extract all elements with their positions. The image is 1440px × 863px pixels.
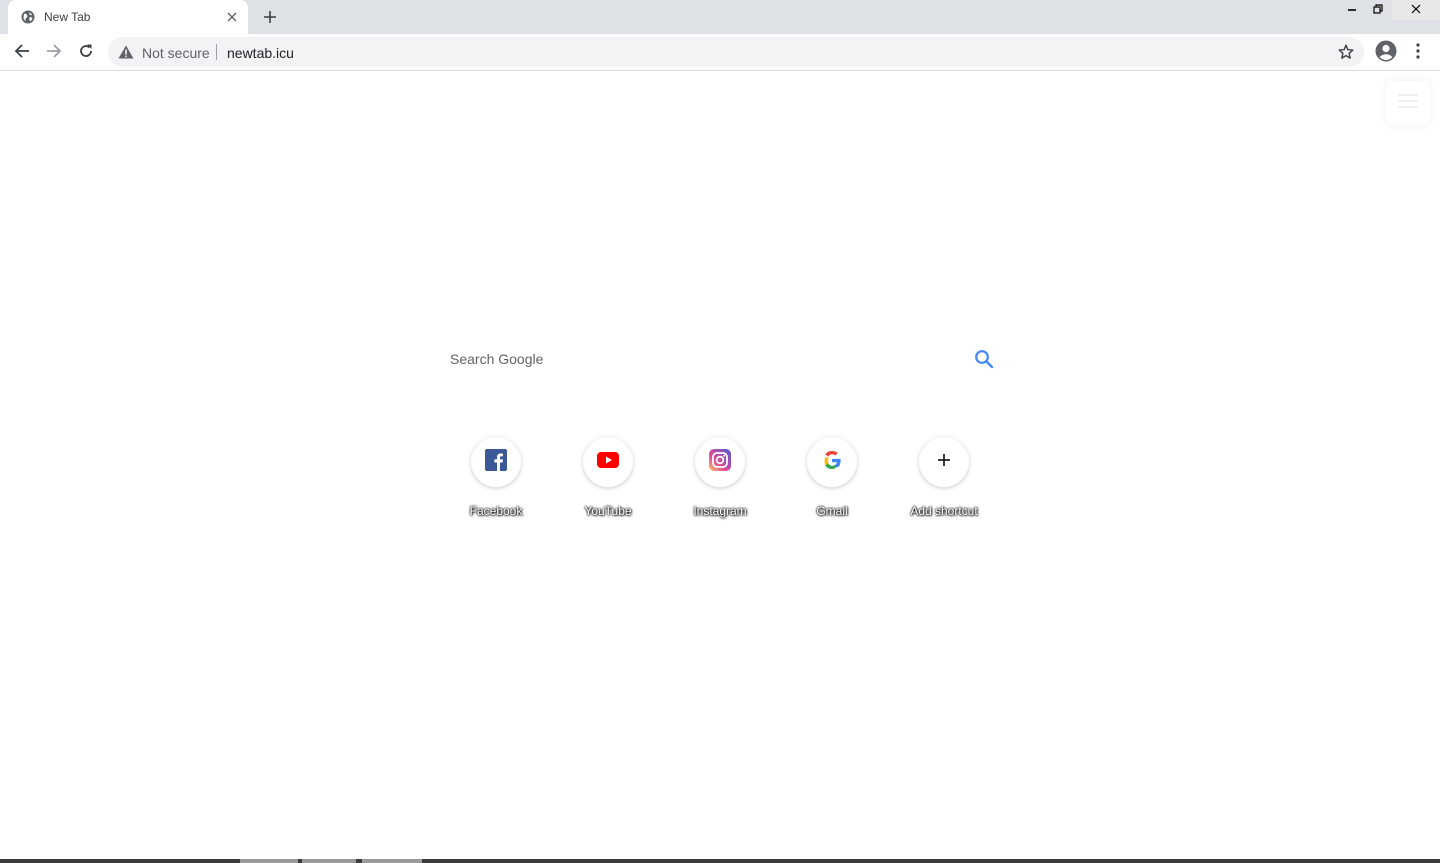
search-input[interactable]: Search Google xyxy=(450,351,543,367)
minimize-button[interactable] xyxy=(1338,0,1366,20)
shortcut-label: YouTube xyxy=(584,504,632,518)
globe-icon xyxy=(21,10,35,24)
shortcut-label: Instagram xyxy=(693,504,747,518)
restore-button[interactable] xyxy=(1364,0,1392,20)
shortcut-label: Add shortcut xyxy=(910,504,978,518)
reload-button[interactable] xyxy=(72,39,100,67)
hamburger-icon xyxy=(1398,93,1418,113)
tab-strip: New Tab xyxy=(0,0,1440,34)
shortcut-youtube[interactable]: YouTube xyxy=(552,437,664,523)
shortcut-instagram[interactable]: Instagram xyxy=(664,437,776,523)
shortcut-label: Gmail xyxy=(816,504,848,518)
restore-icon xyxy=(1373,1,1383,19)
arrow-right-icon xyxy=(46,43,62,64)
omnibox-divider xyxy=(216,44,217,60)
tab-title: New Tab xyxy=(44,10,91,24)
forward-button[interactable] xyxy=(40,39,68,67)
back-button[interactable] xyxy=(8,39,36,67)
new-tab-button[interactable] xyxy=(258,6,282,28)
close-icon xyxy=(1411,1,1421,19)
url-text[interactable]: newtab.icu xyxy=(227,45,294,61)
taskbar-item[interactable] xyxy=(362,859,422,863)
taskbar-item[interactable] xyxy=(240,859,298,863)
tab-new-tab[interactable]: New Tab xyxy=(8,0,248,34)
shortcut-tile xyxy=(807,437,857,487)
address-bar[interactable]: Not secure newtab.icu xyxy=(108,37,1364,67)
browser-toolbar: Not secure newtab.icu xyxy=(0,34,1440,71)
reload-icon xyxy=(78,43,94,64)
new-tab-page: Search Google Facebook YouTube Instagram… xyxy=(0,71,1440,860)
more-vert-icon xyxy=(1416,42,1420,64)
security-label[interactable]: Not secure xyxy=(142,45,210,61)
page-menu-button[interactable] xyxy=(1386,81,1430,125)
shortcut-tile xyxy=(583,437,633,487)
account-circle-icon xyxy=(1375,40,1397,67)
minimize-icon xyxy=(1347,1,1357,19)
youtube-icon xyxy=(597,451,619,473)
bookmark-star-icon[interactable] xyxy=(1336,42,1356,62)
add-shortcut-button[interactable]: Add shortcut xyxy=(888,437,1000,523)
tab-close-icon[interactable] xyxy=(224,9,240,25)
shortcut-tile xyxy=(919,437,969,487)
taskbar-strip xyxy=(0,859,1440,863)
plus-icon xyxy=(937,453,951,472)
warning-icon[interactable] xyxy=(118,45,134,59)
search-box[interactable]: Search Google xyxy=(436,341,1004,379)
browser-menu-button[interactable] xyxy=(1406,39,1430,67)
shortcut-label: Facebook xyxy=(469,504,523,518)
taskbar-item[interactable] xyxy=(302,859,356,863)
shortcut-tile xyxy=(695,437,745,487)
shortcut-gmail[interactable]: Gmail xyxy=(776,437,888,523)
window-close-button[interactable] xyxy=(1392,0,1440,20)
instagram-icon xyxy=(709,448,731,476)
google-icon xyxy=(822,450,842,475)
arrow-left-icon xyxy=(14,43,30,64)
profile-button[interactable] xyxy=(1372,39,1400,67)
shortcut-tile xyxy=(471,437,521,487)
search-icon[interactable] xyxy=(974,349,994,369)
facebook-icon xyxy=(485,448,507,476)
shortcut-facebook[interactable]: Facebook xyxy=(440,437,552,523)
